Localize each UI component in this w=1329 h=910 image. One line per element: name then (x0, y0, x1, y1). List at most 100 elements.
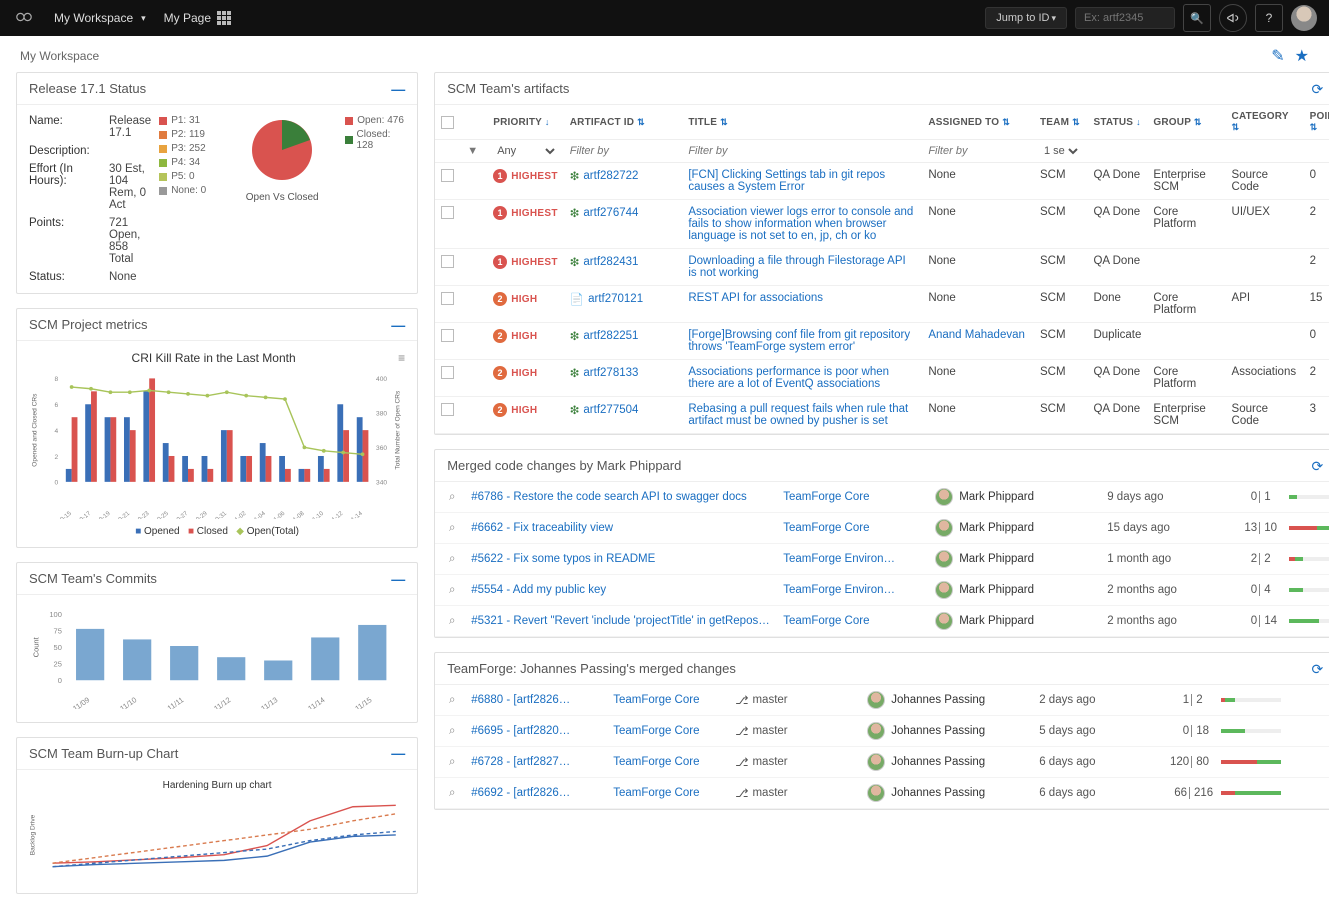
artifact-link[interactable]: ❇ artf277504 (570, 403, 639, 417)
breadcrumb[interactable]: My Workspace (20, 49, 99, 63)
search-button[interactable] (1183, 4, 1211, 32)
user-cell[interactable]: Johannes Passing (867, 691, 1027, 709)
user-cell[interactable]: Mark Phippard (935, 612, 1095, 630)
artifact-link[interactable]: 📄 artf270121 (570, 292, 643, 306)
collapse-icon[interactable]: — (391, 82, 405, 96)
magnify-icon[interactable]: ⌕ (445, 491, 459, 504)
magnify-icon[interactable]: ⌕ (445, 787, 459, 800)
edit-page-button[interactable] (1271, 46, 1284, 66)
project-link[interactable]: TeamForge Core (613, 725, 723, 737)
artifact-link[interactable]: ❇ artf276744 (570, 206, 639, 220)
help-button[interactable]: ? (1255, 4, 1283, 32)
sort-icon[interactable]: ⇅ (1194, 117, 1202, 127)
project-link[interactable]: TeamForge Environ… (783, 584, 923, 596)
title-filter[interactable] (688, 145, 916, 157)
search-icon (1190, 11, 1204, 25)
change-link[interactable]: #5622 - Fix some typos in README (471, 553, 771, 565)
sort-icon[interactable]: ↓ (1136, 117, 1141, 127)
project-link[interactable]: TeamForge Core (613, 694, 723, 706)
sort-icon[interactable]: ⇅ (1232, 122, 1240, 132)
magnify-icon[interactable]: ⌕ (445, 725, 459, 738)
page-nav[interactable]: My Page (164, 11, 231, 25)
list-item: ⌕ #6662 - Fix traceability view TeamForg… (435, 513, 1329, 544)
change-link[interactable]: #6880 - [artf2826… (471, 694, 601, 706)
change-link[interactable]: #6662 - Fix traceability view (471, 522, 771, 534)
row-checkbox[interactable] (441, 255, 454, 268)
user-cell[interactable]: Mark Phippard (935, 550, 1095, 568)
row-checkbox[interactable] (441, 206, 454, 219)
change-link[interactable]: #6728 - [artf2827… (471, 756, 601, 768)
assigned-filter[interactable] (928, 145, 1028, 157)
user-cell[interactable]: Johannes Passing (867, 784, 1027, 802)
user-cell[interactable]: Mark Phippard (935, 488, 1095, 506)
priority-filter[interactable]: Any (493, 144, 558, 158)
project-link[interactable]: TeamForge Core (783, 522, 923, 534)
title-link[interactable]: [Forge]Browsing conf file from git repos… (688, 329, 910, 353)
title-link[interactable]: Association viewer logs error to console… (688, 206, 913, 242)
change-link[interactable]: #6695 - [artf2820… (471, 725, 601, 737)
announce-button[interactable] (1219, 4, 1247, 32)
group-cell: Enterprise SCM (1147, 397, 1225, 434)
row-checkbox[interactable] (441, 169, 454, 182)
workspace-dropdown[interactable]: My Workspace (54, 11, 146, 25)
branch-label: ⎇master (735, 786, 855, 800)
artifact-link[interactable]: ❇ artf278133 (570, 366, 639, 380)
app-logo[interactable] (12, 9, 36, 28)
user-cell[interactable]: Mark Phippard (935, 581, 1095, 599)
magnify-icon[interactable]: ⌕ (445, 522, 459, 535)
favorite-button[interactable] (1295, 46, 1309, 66)
row-checkbox[interactable] (441, 403, 454, 416)
magnify-icon[interactable]: ⌕ (445, 694, 459, 707)
collapse-icon[interactable]: — (391, 318, 405, 332)
magnify-icon[interactable]: ⌕ (445, 584, 459, 597)
pie-caption: Open Vs Closed (227, 192, 337, 203)
row-checkbox[interactable] (441, 366, 454, 379)
title-link[interactable]: REST API for associations (688, 292, 823, 304)
sort-icon[interactable]: ⇅ (1310, 122, 1318, 132)
collapse-icon[interactable]: — (391, 572, 405, 586)
artifact-link[interactable]: ❇ artf282431 (570, 255, 639, 269)
project-link[interactable]: TeamForge Environ… (783, 553, 923, 565)
refresh-icon[interactable] (1311, 662, 1323, 676)
user-cell[interactable]: Johannes Passing (867, 753, 1027, 771)
change-link[interactable]: #6786 - Restore the code search API to s… (471, 491, 771, 503)
change-link[interactable]: #6692 - [artf2826… (471, 787, 601, 799)
title-link[interactable]: [FCN] Clicking Settings tab in git repos… (688, 169, 885, 193)
jump-to-id-button[interactable]: Jump to ID (985, 7, 1067, 29)
collapse-icon[interactable]: — (391, 746, 405, 760)
project-link[interactable]: TeamForge Core (613, 787, 723, 799)
refresh-icon[interactable] (1311, 459, 1323, 473)
sort-icon[interactable]: ↓ (545, 117, 550, 127)
user-cell[interactable]: Mark Phippard (935, 519, 1095, 537)
project-link[interactable]: TeamForge Core (783, 615, 923, 627)
artifact-filter[interactable] (570, 145, 677, 157)
filter-icon[interactable] (467, 145, 478, 157)
row-checkbox[interactable] (441, 292, 454, 305)
chart-menu-icon[interactable]: ≡ (398, 351, 405, 369)
sort-icon[interactable]: ⇅ (720, 117, 728, 127)
magnify-icon[interactable]: ⌕ (445, 756, 459, 769)
refresh-icon[interactable] (1311, 82, 1323, 96)
change-link[interactable]: #5554 - Add my public key (471, 584, 771, 596)
row-checkbox[interactable] (441, 329, 454, 342)
change-link[interactable]: #5321 - Revert "Revert 'include 'project… (471, 615, 771, 627)
team-cell: SCM (1034, 249, 1087, 286)
sort-icon[interactable]: ⇅ (637, 117, 645, 127)
magnify-icon[interactable]: ⌕ (445, 553, 459, 566)
artifact-link[interactable]: ❇ artf282722 (570, 169, 639, 183)
jump-to-id-input[interactable] (1075, 7, 1175, 29)
project-link[interactable]: TeamForge Core (613, 756, 723, 768)
user-avatar[interactable] (1291, 5, 1317, 31)
magnify-icon[interactable]: ⌕ (445, 615, 459, 628)
sort-icon[interactable]: ⇅ (1002, 117, 1010, 127)
branch-icon: ⎇ (735, 786, 748, 800)
title-link[interactable]: Associations performance is poor when th… (688, 366, 889, 390)
title-link[interactable]: Rebasing a pull request fails when rule … (688, 403, 908, 427)
sort-icon[interactable]: ⇅ (1072, 117, 1080, 127)
title-link[interactable]: Downloading a file through Filestorage A… (688, 255, 905, 279)
team-filter[interactable]: 1 sel… (1040, 144, 1081, 158)
artifact-link[interactable]: ❇ artf282251 (570, 329, 639, 343)
project-link[interactable]: TeamForge Core (783, 491, 923, 503)
apps-grid-icon[interactable] (217, 11, 231, 25)
select-all-checkbox[interactable] (441, 116, 454, 129)
